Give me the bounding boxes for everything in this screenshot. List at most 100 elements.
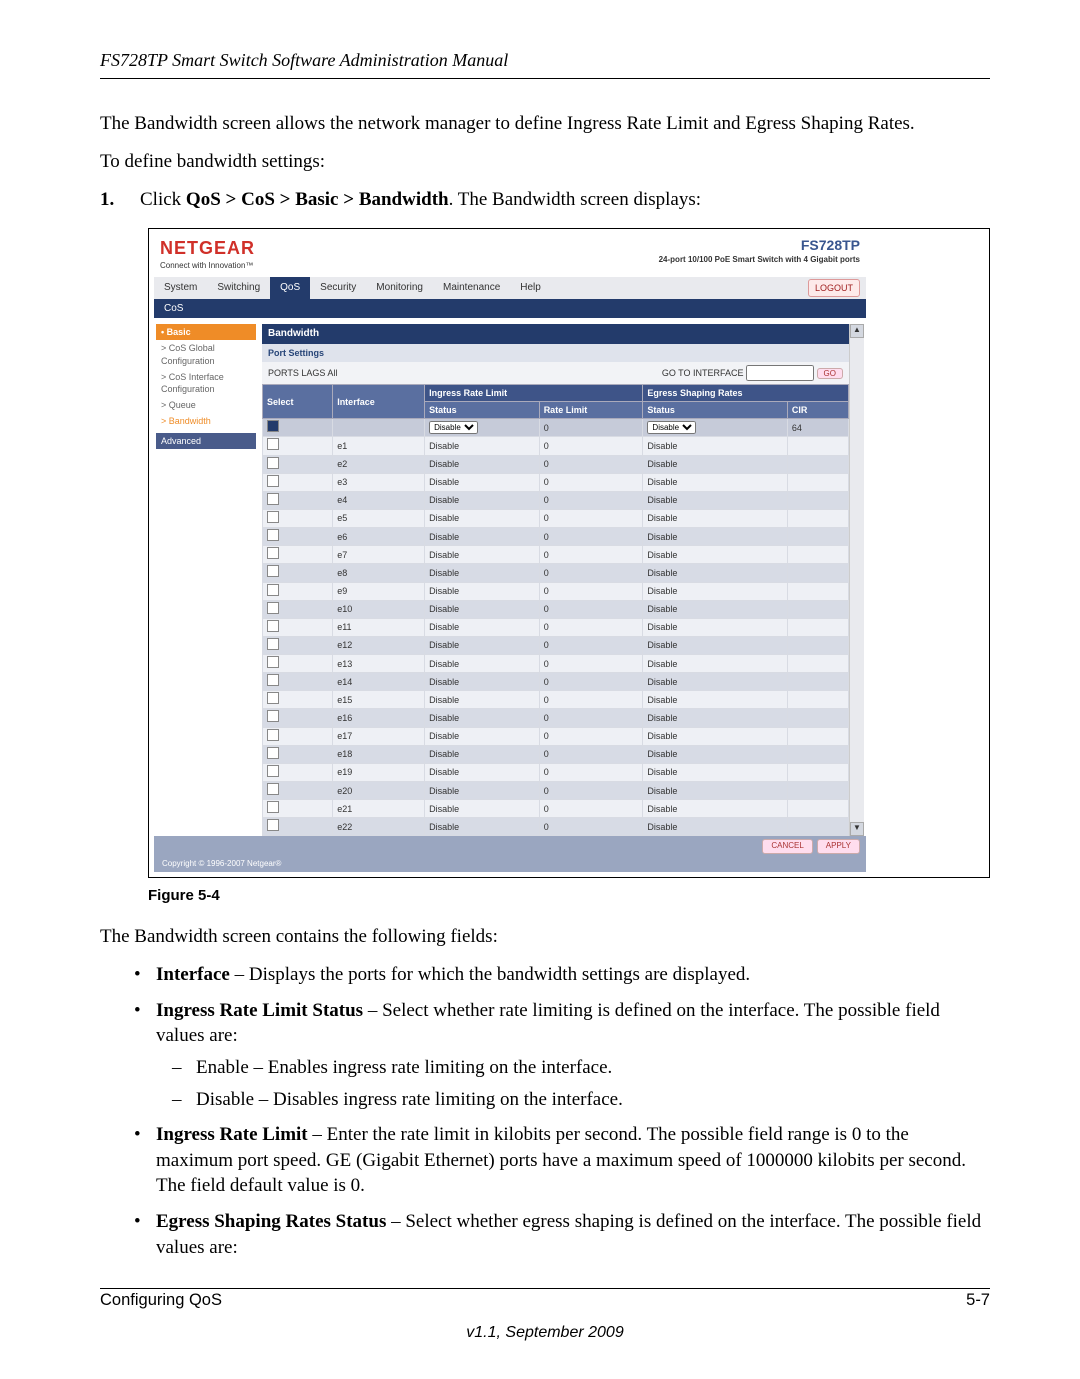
apply-button[interactable]: APPLY [817, 839, 860, 854]
field-ingress-status-label: Ingress Rate Limit Status [156, 1000, 363, 1021]
row-checkbox[interactable] [267, 529, 279, 541]
row-ingress-rate: 0 [539, 673, 643, 691]
subtab-cos[interactable]: CoS [154, 299, 866, 319]
sidebar-group-basic[interactable]: • Basic [156, 324, 256, 340]
row-egress-status: Disable [643, 655, 787, 673]
row-egress-cir [787, 491, 848, 509]
row-egress-cir [787, 636, 848, 654]
sidebar-advanced[interactable]: Advanced [156, 433, 256, 449]
row-egress-status: Disable [643, 782, 787, 800]
main-tabs: System Switching QoS Security Monitoring… [154, 277, 866, 299]
row-ingress-status: Disable [425, 745, 540, 763]
egress-cir-all[interactable]: 64 [787, 419, 848, 437]
row-egress-status: Disable [643, 509, 787, 527]
ports-lags-all[interactable]: PORTS LAGS All [268, 367, 337, 379]
row-checkbox[interactable] [267, 438, 279, 450]
tab-switching[interactable]: Switching [207, 277, 270, 299]
row-checkbox[interactable] [267, 710, 279, 722]
row-checkbox[interactable] [267, 493, 279, 505]
egress-status-all[interactable]: Disable [647, 421, 696, 434]
scrollbar[interactable]: ▲ ▼ [849, 324, 864, 836]
row-egress-cir [787, 709, 848, 727]
row-ingress-status: Disable [425, 473, 540, 491]
row-checkbox[interactable] [267, 475, 279, 487]
tab-qos[interactable]: QoS [270, 277, 310, 299]
table-row: e1Disable0Disable [263, 437, 849, 455]
table-row: e16Disable0Disable [263, 709, 849, 727]
figure-caption: Figure 5-4 [148, 886, 990, 906]
row-egress-status: Disable [643, 582, 787, 600]
tab-system[interactable]: System [154, 277, 207, 299]
step-1: 1. Click QoS > CoS > Basic > Bandwidth. … [140, 187, 990, 213]
row-ingress-status: Disable [425, 727, 540, 745]
row-ingress-status: Disable [425, 691, 540, 709]
row-checkbox[interactable] [267, 765, 279, 777]
sidebar-item-cos-global[interactable]: > CoS Global Configuration [156, 340, 256, 368]
row-ingress-rate: 0 [539, 818, 643, 836]
select-all-checkbox[interactable] [267, 420, 279, 432]
row-checkbox[interactable] [267, 602, 279, 614]
row-egress-cir [787, 582, 848, 600]
footer-page: 5-7 [966, 1289, 990, 1311]
tab-help[interactable]: Help [510, 277, 551, 299]
brand-tagline: Connect with Innovation™ [160, 261, 255, 272]
row-ingress-status: Disable [425, 564, 540, 582]
row-checkbox[interactable] [267, 638, 279, 650]
row-egress-cir [787, 528, 848, 546]
logout-button[interactable]: LOGOUT [808, 279, 860, 297]
go-to-interface-input[interactable] [746, 365, 814, 381]
table-row: e21Disable0Disable [263, 800, 849, 818]
row-interface: e21 [333, 800, 425, 818]
th-ingress-rate: Rate Limit [539, 402, 643, 419]
footer-section: Configuring QoS [100, 1289, 222, 1311]
table-row: e3Disable0Disable [263, 473, 849, 491]
row-checkbox[interactable] [267, 747, 279, 759]
row-checkbox[interactable] [267, 584, 279, 596]
row-interface: e12 [333, 636, 425, 654]
row-ingress-rate: 0 [539, 437, 643, 455]
tab-monitoring[interactable]: Monitoring [366, 277, 433, 299]
bandwidth-screenshot: NETGEAR Connect with Innovation™ FS728TP… [150, 230, 870, 872]
sidebar-item-bandwidth[interactable]: > Bandwidth [156, 413, 256, 429]
tab-maintenance[interactable]: Maintenance [433, 277, 510, 299]
tab-security[interactable]: Security [310, 277, 366, 299]
row-checkbox[interactable] [267, 547, 279, 559]
row-checkbox[interactable] [267, 457, 279, 469]
row-interface: e20 [333, 782, 425, 800]
row-ingress-rate: 0 [539, 600, 643, 618]
sidebar-item-cos-interface[interactable]: > CoS Interface Configuration [156, 369, 256, 397]
row-checkbox[interactable] [267, 565, 279, 577]
row-ingress-rate: 0 [539, 745, 643, 763]
row-checkbox[interactable] [267, 819, 279, 831]
row-checkbox[interactable] [267, 692, 279, 704]
row-ingress-rate: 0 [539, 727, 643, 745]
ingress-rate-all[interactable]: 0 [539, 419, 643, 437]
field-interface: Interface – Displays the ports for which… [156, 962, 990, 988]
table-row: e19Disable0Disable [263, 763, 849, 781]
row-egress-status: Disable [643, 636, 787, 654]
row-checkbox[interactable] [267, 729, 279, 741]
row-ingress-status: Disable [425, 709, 540, 727]
model-name: FS728TP [659, 236, 860, 255]
ingress-status-all[interactable]: Disable [429, 421, 478, 434]
cancel-button[interactable]: CANCEL [762, 839, 812, 854]
row-egress-status: Disable [643, 437, 787, 455]
row-interface: e10 [333, 600, 425, 618]
scroll-up-icon[interactable]: ▲ [850, 324, 864, 338]
table-row: e7Disable0Disable [263, 546, 849, 564]
scroll-down-icon[interactable]: ▼ [850, 822, 864, 836]
go-button[interactable]: GO [817, 368, 843, 379]
row-checkbox[interactable] [267, 674, 279, 686]
row-ingress-rate: 0 [539, 509, 643, 527]
row-checkbox[interactable] [267, 511, 279, 523]
row-egress-cir [787, 763, 848, 781]
sidebar-item-queue[interactable]: > Queue [156, 397, 256, 413]
intro-p2: To define bandwidth settings: [100, 149, 990, 175]
row-checkbox[interactable] [267, 620, 279, 632]
th-egress-cir: CIR [787, 402, 848, 419]
row-checkbox[interactable] [267, 783, 279, 795]
row-checkbox[interactable] [267, 801, 279, 813]
row-egress-status: Disable [643, 727, 787, 745]
row-checkbox[interactable] [267, 656, 279, 668]
row-ingress-rate: 0 [539, 473, 643, 491]
